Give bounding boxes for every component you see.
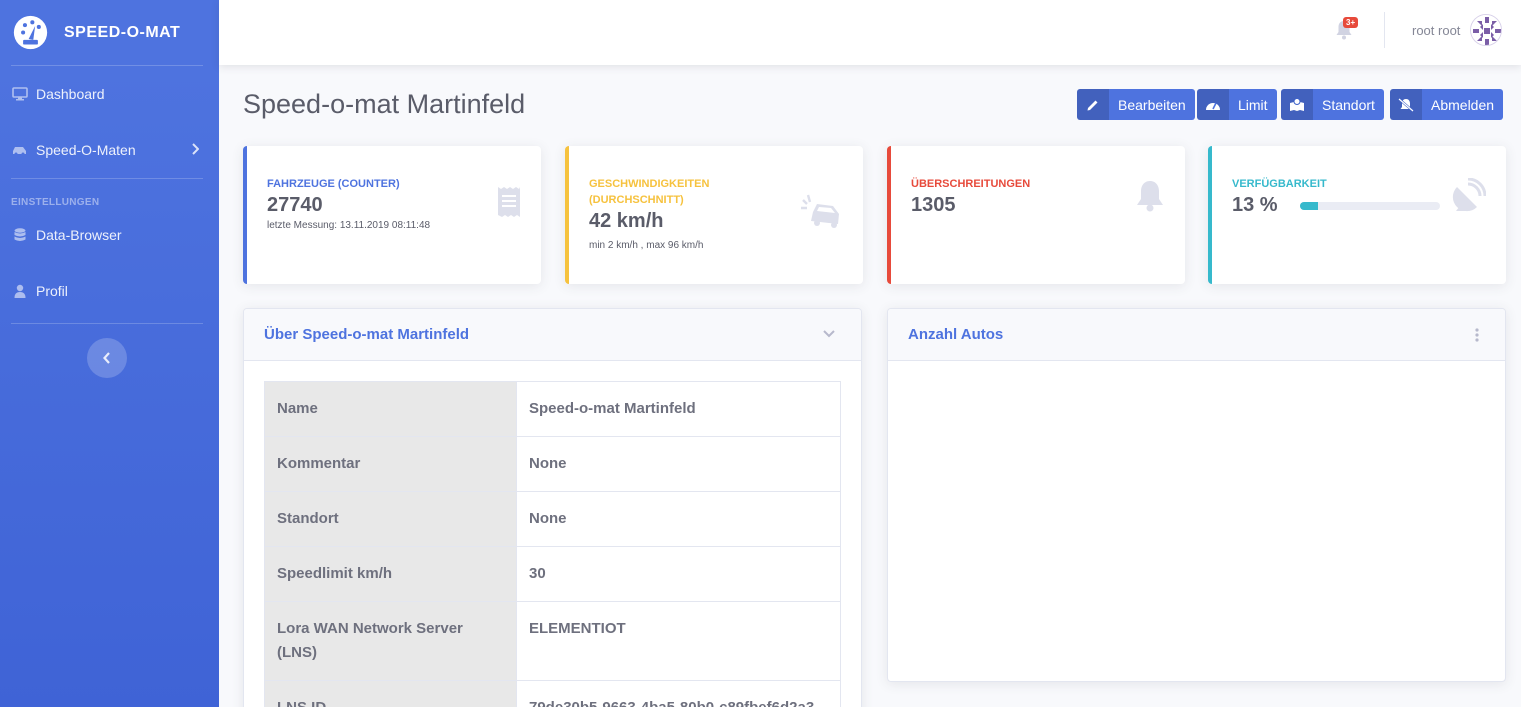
map-marked-icon [1290,97,1304,111]
sidebar-item-speed-o-maten[interactable]: Speed-O-Maten [0,122,219,178]
sidebar-item-data-browser[interactable]: Data-Browser [0,211,219,259]
brand[interactable]: SPEED-O-MAT [0,0,219,65]
table-value-cell: ELEMENTIOT [516,601,841,681]
about-panel-header[interactable]: Über Speed-o-mat Martinfeld [244,309,861,361]
table-key-cell: Kommentar [264,436,517,492]
card-violations: ÜBERSCHREITUNGEN 1305 [887,146,1185,284]
sidebar-item-profil[interactable]: Profil [0,259,219,323]
satellite-dish-icon [1452,178,1486,212]
receipt-icon [498,187,520,217]
car-crash-icon [801,194,839,228]
table-row: LNS ID79de30b5-9663-4ba5-80b0-c89fbef6d2… [264,680,841,707]
sidebar-toggle-button[interactable] [87,338,127,378]
card-value: 42 km/h [589,210,664,232]
card-subtext: letzte Messung: 13.11.2019 08:11:48 [267,220,431,231]
table-row: Name Speed-o-mat Martinfeld [264,381,841,437]
card-label: ÜBERSCHREITUNGEN [911,178,1031,190]
sidebar-item-label: Dashboard [36,86,105,102]
about-panel-title: Über Speed-o-mat Martinfeld [264,326,470,343]
chart-panel-title: Anzahl Autos [908,326,1004,343]
card-availability: VERFÜGBARKEIT 13 % [1208,146,1506,284]
location-button-label: Standort [1322,96,1375,113]
table-row: Lora WAN Network Server (LNS) ELEMENTIOT [264,601,841,681]
table-key-cell: Standort [264,491,517,547]
notification-badge: 3+ [1343,17,1359,28]
table-value-cell: 30 [516,546,841,602]
chevron-left-icon [103,352,110,364]
bell-icon [1137,181,1163,212]
card-value: 27740 [267,194,323,216]
unsubscribe-button-label: Abmelden [1431,96,1495,113]
about-table: Name Speed-o-mat Martinfeld Kommentar None S… [264,381,841,707]
more-vertical-icon[interactable] [1475,328,1479,342]
card-subtext: min 2 km/h , max 96 km/h [589,240,704,251]
card-label: GESCHWINDIGKEITEN (DURCHSCHNITT) [589,178,710,206]
location-button[interactable]: Standort [1281,89,1384,120]
sidebar-item-label: Data-Browser [36,227,122,243]
bell-slash-icon [1398,97,1414,112]
card-label: VERFÜGBARKEIT [1232,178,1327,190]
sidebar-item-dashboard[interactable]: Dashboard [0,66,219,122]
topbar-divider [1384,12,1385,48]
avatar[interactable] [1470,14,1502,46]
about-panel: Über Speed-o-mat Martinfeld Name Speed-o-… [243,308,862,707]
card-speeds: GESCHWINDIGKEITEN (DURCHSCHNITT) 42 km/h… [565,146,863,284]
database-icon [11,227,28,244]
table-key-cell: Name [264,381,517,437]
chevron-right-icon [192,143,199,155]
chart-area [888,361,1505,681]
user-icon [11,283,28,300]
avatar-pattern-icon [1471,15,1501,45]
table-row: Kommentar None [264,436,841,492]
table-value-cell: 79de30b5-9663-4ba5-80b0-c89fbef6d2a3 [516,680,841,707]
table-key-cell: Lora WAN Network Server (LNS) [264,601,517,681]
limit-button-label: Limit [1238,96,1268,113]
chart-panel: Anzahl Autos [887,308,1506,682]
availability-progress [1300,202,1440,210]
brand-name: SPEED-O-MAT [64,23,181,41]
page-title: Speed-o-mat Martinfeld [243,89,526,119]
topbar: 3+ root root [219,0,1521,65]
table-row: Standort None [264,491,841,547]
table-row: Speedlimit km/h 30 [264,546,841,602]
table-key-cell: Speedlimit km/h [264,546,517,602]
availability-progress-fill [1300,202,1319,210]
sidebar-item-label: Profil [36,283,68,299]
user-name[interactable]: root root [1412,23,1460,38]
speedometer-logo-icon [13,15,48,50]
edit-button-label: Bearbeiten [1118,96,1186,113]
table-key-cell: LNS ID [264,680,517,707]
sidebar-divider [11,323,203,324]
table-value-cell: None [516,491,841,547]
desktop-icon [11,86,28,103]
table-value-cell: Speed-o-mat Martinfeld [516,381,841,437]
chart-panel-header: Anzahl Autos [888,309,1505,361]
car-icon [11,142,28,159]
limit-button[interactable]: Limit [1197,89,1277,120]
edit-button[interactable]: Bearbeiten [1077,89,1195,120]
pencil-icon [1087,100,1098,110]
sidebar-item-label: Speed-O-Maten [36,142,136,158]
card-value: 1305 [911,194,956,216]
card-value: 13 % [1232,194,1278,216]
unsubscribe-button[interactable]: Abmelden [1390,89,1504,120]
table-value-cell: None [516,436,841,492]
sidebar: SPEED-O-MAT Dashboard Speed-O-Maten EINS… [0,0,219,707]
chevron-down-icon[interactable] [823,330,835,338]
card-vehicles: FAHRZEUGE (COUNTER) 27740 letzte Messung… [243,146,541,284]
tachometer-icon [1206,102,1220,110]
card-label: FAHRZEUGE (COUNTER) [267,178,400,190]
sidebar-heading-settings: EINSTELLUNGEN [11,197,100,208]
